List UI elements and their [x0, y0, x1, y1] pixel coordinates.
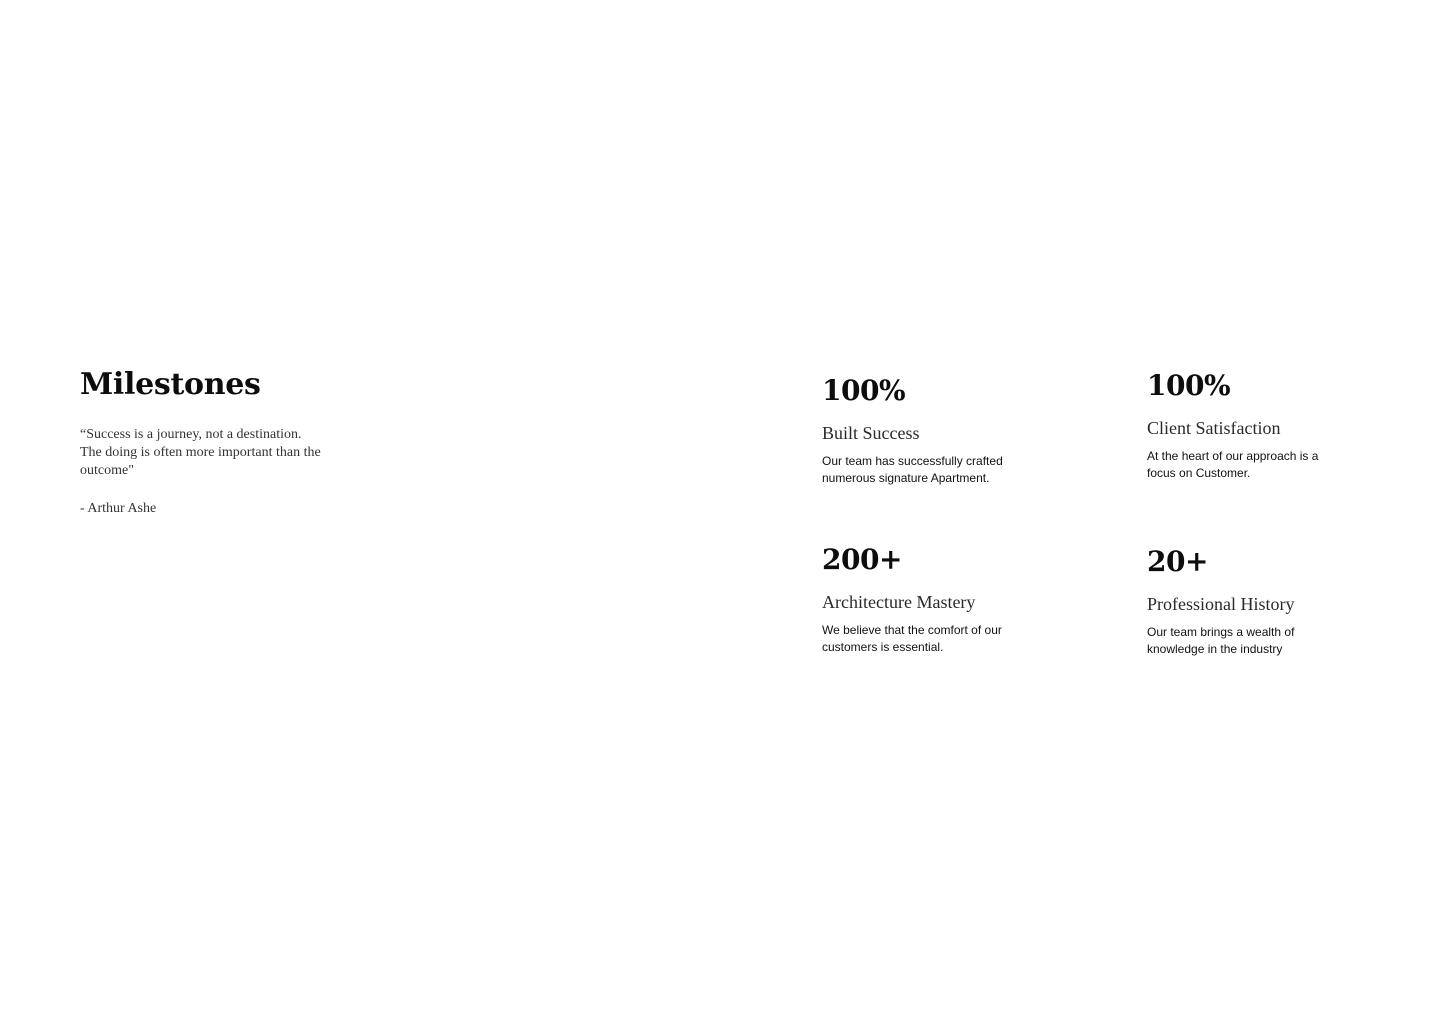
stat-description: Our team has successfully crafted numero… [822, 454, 1003, 485]
stat-card-built-success: 100% Built Success Our team has successf… [822, 375, 1032, 487]
stat-value: 200+ [822, 543, 902, 576]
stat-description: We believe that the comfort of our custo… [822, 623, 1002, 654]
stat-value: 100% [822, 374, 906, 407]
stat-title: Architecture Mastery [822, 592, 976, 612]
stat-title: Built Success [822, 423, 920, 443]
stat-description: At the heart of our approach is a focus … [1147, 449, 1319, 480]
quote-text: “Success is a journey, not a destination… [80, 427, 321, 478]
stat-title: Client Satisfaction [1147, 418, 1281, 438]
stat-title: Professional History [1147, 594, 1295, 614]
section-heading: Milestones [80, 367, 261, 402]
stat-value: 20+ [1147, 545, 1208, 578]
milestones-intro: Milestones “Success is a journey, not a … [80, 366, 380, 518]
stat-description: Our team brings a wealth of knowledge in… [1147, 625, 1295, 656]
stat-value: 100% [1147, 369, 1231, 402]
stat-card-architecture-mastery: 200+ Architecture Mastery We believe tha… [822, 544, 1032, 656]
quote-author: - Arthur Ashe [80, 501, 157, 516]
stat-card-client-satisfaction: 100% Client Satisfaction At the heart of… [1147, 370, 1357, 482]
stat-card-professional-history: 20+ Professional History Our team brings… [1147, 546, 1357, 658]
